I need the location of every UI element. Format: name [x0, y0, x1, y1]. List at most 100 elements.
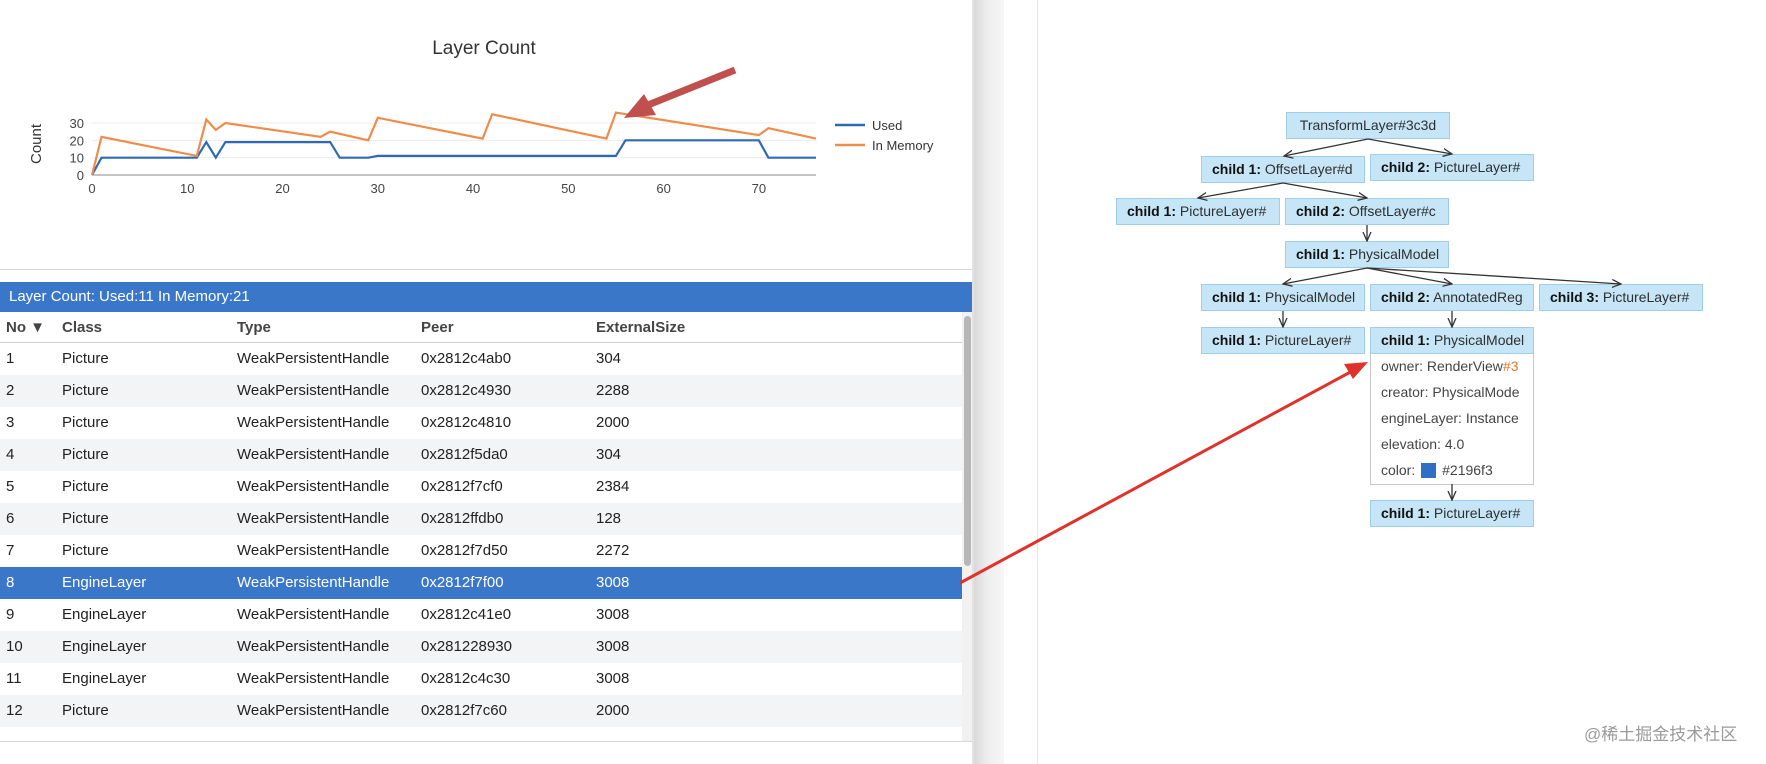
cell-no: 8 [6, 574, 15, 591]
prop-color-value: #2196f3 [1442, 462, 1493, 478]
table-row[interactable]: 10 EngineLayer WeakPersistentHandle 0x28122… [0, 631, 962, 663]
table-body: 1 Picture WeakPersistentHandle 0x2812c4ab0 3… [0, 343, 962, 741]
tree-node-label: PhysicalModel [1348, 246, 1440, 262]
tree-node-prefix: child 1: [1212, 161, 1262, 177]
split-gutter[interactable] [974, 0, 1004, 764]
tree-node-picturelayer-c[interactable]: child 3: PictureLayer# [1539, 284, 1703, 311]
tree-node-offsetlayer-c[interactable]: child 2: OffsetLayer#c [1285, 198, 1449, 225]
cell-externalsize: 3008 [596, 606, 630, 623]
cell-peer: 0x2812f5da0 [421, 446, 508, 463]
prop-color-label: color: [1381, 462, 1416, 478]
cell-peer: 0x2812f7d50 [421, 542, 508, 559]
cell-externalsize: 2272 [596, 542, 630, 559]
cell-externalsize: 2000 [596, 414, 630, 431]
cell-peer: 0x281228930 [421, 638, 512, 655]
column-header-class[interactable]: Class [62, 312, 102, 344]
column-header-peer[interactable]: Peer [421, 312, 454, 344]
tree-edge [1366, 267, 1452, 284]
column-header-no[interactable]: No ▼ [6, 312, 45, 344]
cell-no: 9 [6, 606, 15, 623]
table-row[interactable]: 6 Picture WeakPersistentHandle 0x2812ffdb0 1… [0, 503, 962, 535]
y-tick-label: 30 [70, 116, 84, 131]
tree-node-prefix: child 1: [1212, 332, 1262, 348]
prop-owner-label: owner: RenderView [1381, 358, 1503, 374]
layer-count-chart: Layer Count 0 10 20 30 0 10 20 30 40 50 60 70 Count U… [0, 0, 973, 270]
tree-node-label: PictureLayer# [1602, 289, 1690, 305]
cell-externalsize: 304 [596, 446, 622, 463]
cell-externalsize: 3008 [596, 574, 630, 591]
table-row[interactable]: 7 Picture WeakPersistentHandle 0x2812f7d50 2… [0, 535, 962, 567]
tree-node-physicalmodel-1[interactable]: child 1: PhysicalModel [1285, 241, 1449, 268]
tree-node-prefix: child 1: [1212, 289, 1262, 305]
cell-type: WeakPersistentHandle [237, 606, 390, 623]
cell-no: 3 [6, 414, 15, 431]
cell-class: EngineLayer [62, 574, 147, 591]
tree-node-root[interactable]: TransformLayer#3c3d [1286, 112, 1450, 139]
cell-type: WeakPersistentHandle [237, 478, 390, 495]
cell-externalsize: 3008 [596, 670, 630, 687]
cell-type: WeakPersistentHandle [237, 350, 390, 367]
cell-peer: 0x2812f7f00 [421, 574, 504, 591]
tree-node-picturelayer-a[interactable]: child 2: PictureLayer# [1370, 154, 1534, 181]
left-panel: Layer Count 0 10 20 30 0 10 20 30 40 50 60 70 Count U… [0, 0, 974, 764]
column-header-externalsize[interactable]: ExternalSize [596, 312, 685, 344]
cell-peer: 0x2812c4810 [421, 414, 512, 431]
table-row[interactable]: 11 EngineLayer WeakPersistentHandle 0x2812c… [0, 663, 962, 695]
cell-no: 1 [6, 350, 15, 367]
cell-no: 10 [6, 638, 23, 655]
tree-node-physicalmodel-2[interactable]: child 1: PhysicalModel [1201, 284, 1365, 311]
tree-node-label: OffsetLayer#d [1264, 161, 1353, 177]
cell-peer: 0x2812c41e0 [421, 606, 512, 623]
table-row[interactable]: 2 Picture WeakPersistentHandle 0x2812c4930 2… [0, 375, 962, 407]
tree-node-annotatedregion[interactable]: child 2: AnnotatedReg [1370, 284, 1534, 311]
table-row[interactable]: 3 Picture WeakPersistentHandle 0x2812c4810 2… [0, 407, 962, 439]
tree-node-picturelayer-b[interactable]: child 1: PictureLayer# [1116, 198, 1280, 225]
cell-class: Picture [62, 702, 109, 719]
layer-count-summary: Layer Count: Used:11 In Memory:21 [0, 282, 973, 312]
tree-node-label: PictureLayer# [1179, 203, 1267, 219]
table-row[interactable]: 5 Picture WeakPersistentHandle 0x2812f7cf0 2… [0, 471, 962, 503]
tree-node-label: AnnotatedReg [1433, 289, 1523, 305]
tree-node-prefix: child 1: [1381, 505, 1431, 521]
tree-node-prefix: child 2: [1381, 289, 1431, 305]
prop-creator: creator: PhysicalMode [1370, 380, 1534, 407]
x-tick-label: 50 [561, 181, 575, 196]
prop-owner: owner: RenderView#3 [1370, 354, 1534, 381]
tree-node-physicalmodel-3[interactable]: child 1: PhysicalModel [1370, 327, 1534, 354]
cell-no: 7 [6, 542, 15, 559]
table-row[interactable]: 1 Picture WeakPersistentHandle 0x2812c4ab0 3… [0, 343, 962, 375]
cell-peer: 0x2812c4930 [421, 382, 512, 399]
x-tick-label: 60 [656, 181, 670, 196]
table-row[interactable]: 12 Picture WeakPersistentHandle 0x2812f7c60… [0, 695, 962, 727]
cell-type: WeakPersistentHandle [237, 382, 390, 399]
y-tick-label: 0 [77, 168, 84, 183]
prop-engine-layer: engineLayer: Instance [1370, 406, 1534, 433]
cell-externalsize: 128 [596, 510, 622, 527]
cell-externalsize: 3008 [596, 638, 630, 655]
table-row[interactable]: 9 EngineLayer WeakPersistentHandle 0x2812c4… [0, 599, 962, 631]
cell-class: EngineLayer [62, 606, 147, 623]
table-bottom-border [0, 741, 973, 742]
tree-edge [1282, 182, 1367, 198]
x-tick-label: 70 [752, 181, 766, 196]
tree-edge [1284, 138, 1369, 156]
cell-class: Picture [62, 478, 109, 495]
cell-type: WeakPersistentHandle [237, 702, 390, 719]
x-tick-label: 0 [88, 181, 95, 196]
tree-node-offsetlayer-d[interactable]: child 1: OffsetLayer#d [1201, 156, 1365, 183]
annotation-red-arrow [959, 362, 1368, 585]
tree-node-prefix: child 2: [1296, 203, 1346, 219]
cell-class: Picture [62, 350, 109, 367]
chart-plot: 0 10 20 30 0 10 20 30 40 50 60 70 Count Used In Memory [28, 111, 934, 196]
tree-node-picturelayer-d[interactable]: child 1: PictureLayer# [1201, 327, 1365, 354]
prop-owner-hash[interactable]: #3 [1503, 358, 1519, 374]
x-tick-label: 40 [466, 181, 480, 196]
column-header-type[interactable]: Type [237, 312, 271, 344]
table-row[interactable]: 8 EngineLayer WeakPersistentHandle 0x2812f7… [0, 567, 962, 599]
tree-node-picturelayer-e[interactable]: child 1: PictureLayer# [1370, 500, 1534, 527]
scrollbar-thumb[interactable] [964, 316, 971, 566]
cell-type: WeakPersistentHandle [237, 510, 390, 527]
cell-no: 6 [6, 510, 15, 527]
cell-no: 2 [6, 382, 15, 399]
table-row[interactable]: 4 Picture WeakPersistentHandle 0x2812f5da0 3… [0, 439, 962, 471]
